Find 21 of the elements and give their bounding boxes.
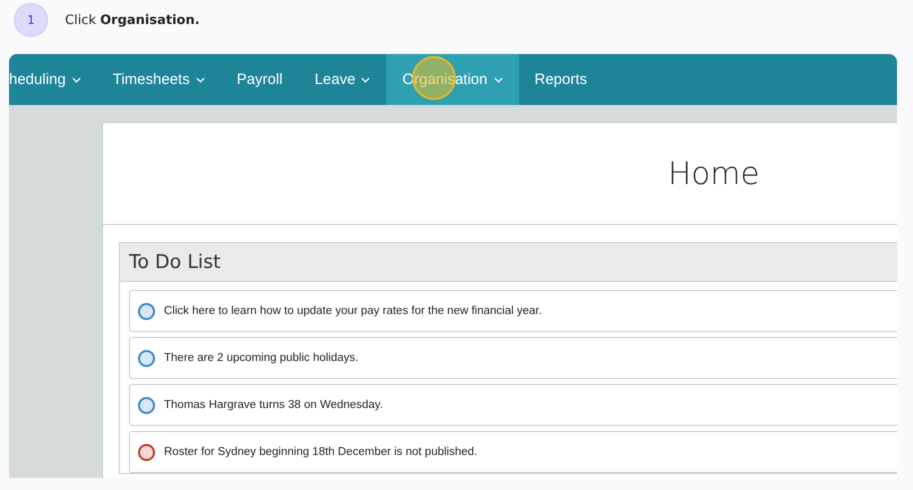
todo-text: Click here to learn how to update your pay rates for the new financial year. [164, 305, 542, 317]
chevron-down-icon [361, 76, 370, 82]
todo-item[interactable]: Thomas Hargrave turns 38 on Wednesday. [129, 384, 897, 426]
todo-text: Thomas Hargrave turns 38 on Wednesday. [164, 399, 383, 411]
nav-item[interactable]: Leave [298, 54, 386, 105]
nav-item[interactable]: Timesheets [96, 54, 221, 105]
todo-item[interactable]: Click here to learn how to update your pay rates for the new financial year. [129, 290, 897, 332]
card-title: To Do List [129, 251, 221, 273]
chevron-down-icon [196, 76, 205, 82]
nav-item[interactable]: Reports [518, 54, 604, 105]
todo-text: Roster for Sydney beginning 18th December is not published. [164, 446, 478, 458]
step-instruction: Click Organisation. [65, 12, 200, 28]
todo-text: There are 2 upcoming public holidays. [164, 352, 358, 364]
chevron-down-icon [494, 76, 502, 82]
chevron-down-icon [72, 76, 81, 82]
nav-item[interactable]: heduling [9, 54, 97, 105]
nav-item[interactable]: Payroll [220, 54, 299, 105]
todo-item[interactable]: There are 2 upcoming public holidays. [129, 337, 897, 379]
step-number-badge: 1 [14, 3, 48, 37]
todo-item[interactable]: Roster for Sydney beginning 18th December is not published. [129, 431, 897, 473]
page-title: Home [668, 156, 760, 192]
